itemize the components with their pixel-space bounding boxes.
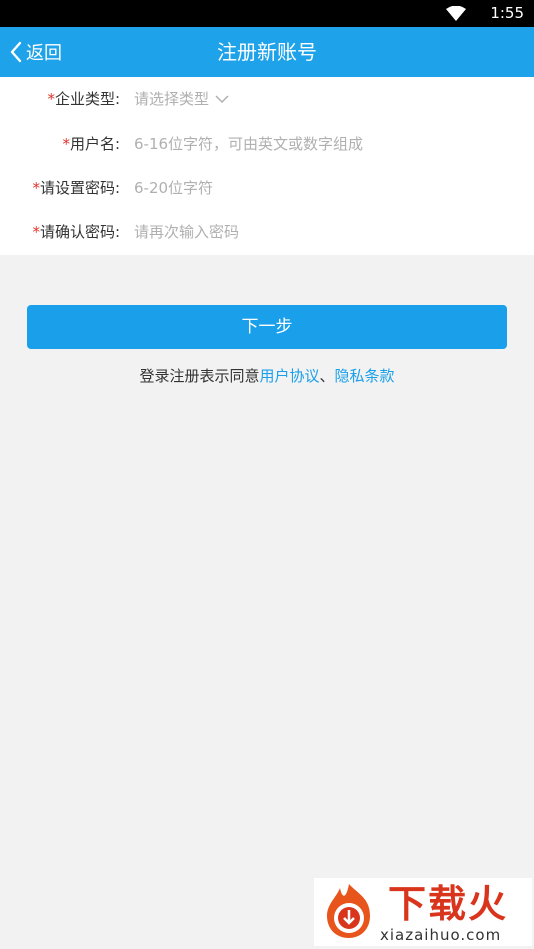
password-label: *请设置密码: (32, 179, 120, 197)
company-type-select[interactable]: 请选择类型 (134, 77, 514, 121)
required-mark: * (47, 90, 55, 108)
watermark: 下载火 xiazaihuo.com (314, 878, 532, 946)
required-mark: * (32, 223, 40, 241)
agreement-text: 登录注册表示同意用户协议、隐私条款 (0, 365, 534, 387)
back-button[interactable]: 返回 (10, 27, 62, 77)
back-label: 返回 (26, 43, 62, 64)
agreement-prefix: 登录注册表示同意 (139, 367, 260, 385)
confirm-password-row: *请确认密码: (0, 210, 534, 254)
username-input[interactable] (134, 122, 514, 166)
status-bar: 1:55 (0, 0, 534, 27)
username-label: *用户名: (62, 135, 120, 153)
user-agreement-link[interactable]: 用户协议 (259, 367, 319, 385)
nav-bar: 返回 注册新账号 (0, 27, 534, 77)
chevron-down-icon (215, 94, 229, 104)
password-row: *请设置密码: (0, 166, 534, 210)
chevron-left-icon (10, 41, 22, 63)
flame-download-icon (318, 880, 380, 946)
watermark-brand: 下载火 (388, 882, 509, 926)
required-mark: * (62, 135, 70, 153)
confirm-password-input[interactable] (134, 210, 514, 254)
page-title: 注册新账号 (217, 40, 317, 64)
company-type-row[interactable]: *企业类型: 请选择类型 (0, 77, 534, 121)
confirm-password-label: *请确认密码: (32, 223, 120, 241)
wifi-icon (446, 5, 466, 25)
registration-form: *企业类型: 请选择类型 *用户名: *请设置密码: *请确认密码: (0, 77, 534, 255)
required-mark: * (32, 179, 40, 197)
watermark-domain: xiazaihuo.com (380, 926, 502, 944)
password-input[interactable] (134, 166, 514, 210)
company-type-label: *企业类型: (47, 90, 120, 108)
privacy-policy-link[interactable]: 隐私条款 (335, 367, 395, 385)
username-row: *用户名: (0, 122, 534, 166)
company-type-placeholder: 请选择类型 (134, 90, 210, 108)
status-time: 1:55 (490, 4, 524, 22)
next-button[interactable]: 下一步 (27, 305, 507, 349)
agreement-separator: 、 (319, 367, 335, 385)
